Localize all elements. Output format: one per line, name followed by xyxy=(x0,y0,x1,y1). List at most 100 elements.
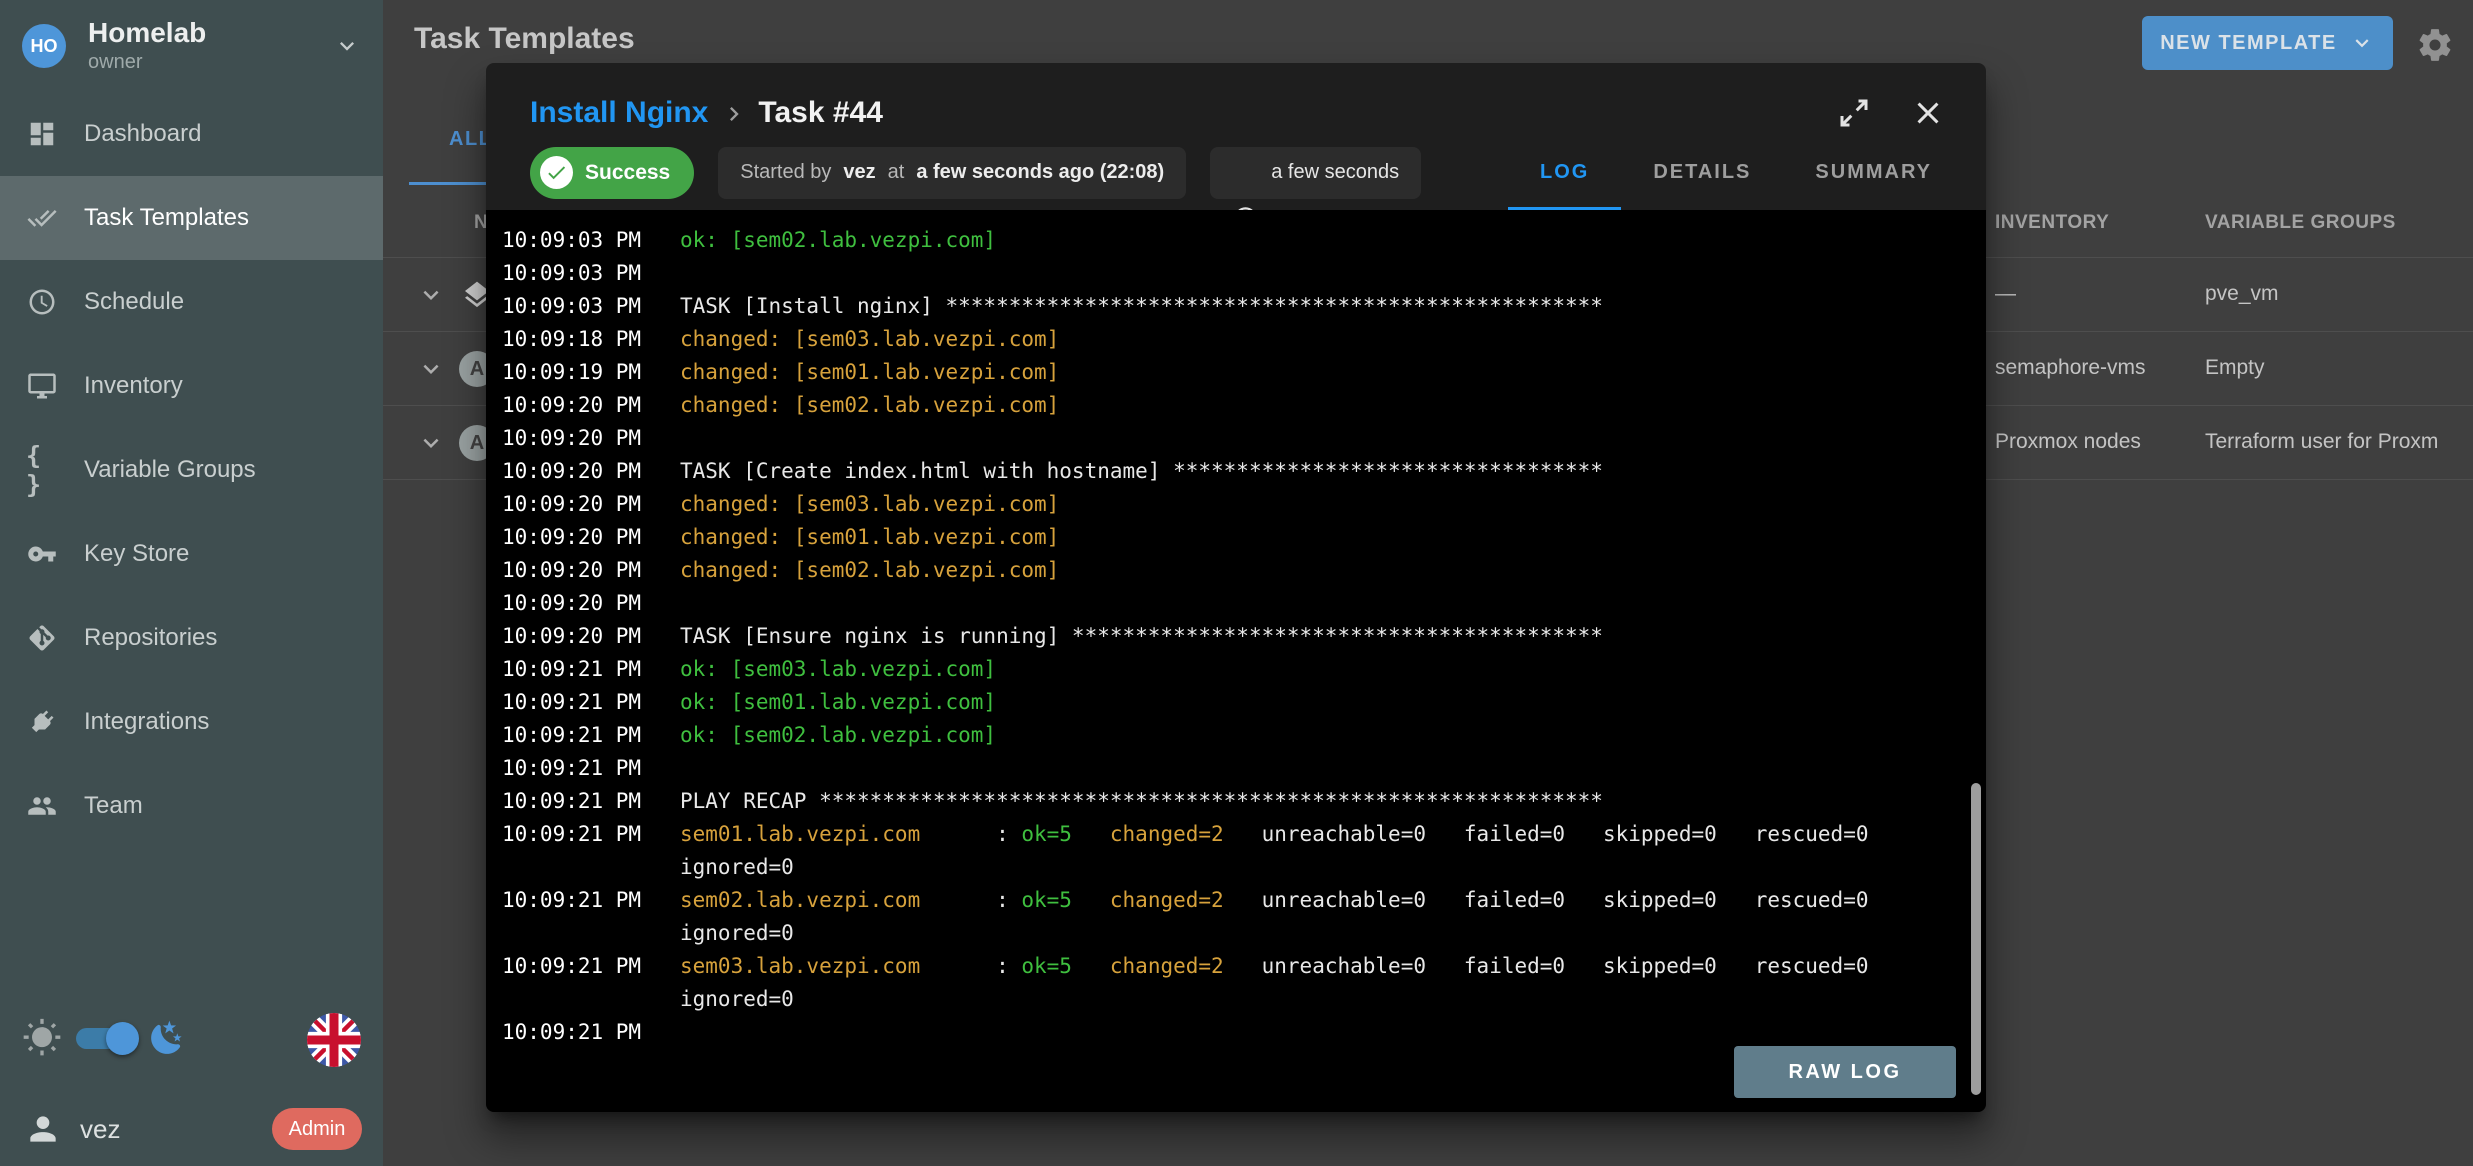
team-icon xyxy=(26,790,58,822)
language-flag-uk[interactable] xyxy=(307,1013,361,1067)
log-timestamp: 10:09:20 PM xyxy=(502,455,680,488)
task-title: Task #44 xyxy=(758,96,883,130)
log-line: 10:09:21 PMok: [sem02.lab.vezpi.com] xyxy=(502,719,1986,752)
chevron-down-icon[interactable] xyxy=(416,280,446,310)
tab-summary[interactable]: SUMMARY xyxy=(1783,135,1964,210)
log-text: ok: [sem01.lab.vezpi.com] xyxy=(680,686,996,719)
inventory-icon xyxy=(26,370,58,402)
log-text: PLAY RECAP *****************************… xyxy=(680,785,1603,818)
log-timestamp xyxy=(502,851,680,884)
template-link[interactable]: Install Nginx xyxy=(530,96,708,130)
theme-toggle[interactable] xyxy=(76,1028,132,1049)
username[interactable]: vez xyxy=(80,1114,120,1145)
log-timestamp: 10:09:20 PM xyxy=(502,521,680,554)
log-line: 10:09:03 PM xyxy=(502,257,1986,290)
log-timestamp xyxy=(502,983,680,1016)
dark-mode-icon xyxy=(148,1019,186,1057)
chevron-down-icon[interactable] xyxy=(416,428,446,458)
log-text: ok: [sem02.lab.vezpi.com] xyxy=(680,719,996,752)
chevron-down-icon[interactable] xyxy=(416,354,446,384)
log-text: ignored=0 xyxy=(680,851,794,884)
sidebar-item-key-store[interactable]: Key Store xyxy=(0,512,383,596)
log-line: ignored=0 xyxy=(502,917,1986,950)
log-line: 10:09:21 PMok: [sem01.lab.vezpi.com] xyxy=(502,686,1986,719)
sidebar-item-inventory[interactable]: Inventory xyxy=(0,344,383,428)
sidebar-item-task-templates[interactable]: Task Templates xyxy=(0,176,383,260)
log-text: sem03.lab.vezpi.com : ok=5 changed=2 unr… xyxy=(680,950,1868,983)
log-line: 10:09:21 PMsem03.lab.vezpi.com : ok=5 ch… xyxy=(502,950,1986,983)
column-inventory: INVENTORY xyxy=(1995,212,2109,234)
close-icon[interactable] xyxy=(1910,95,1946,131)
sidebar-item-repositories[interactable]: Repositories xyxy=(0,596,383,680)
log-timestamp: 10:09:21 PM xyxy=(502,884,680,917)
started-by-chip: Started by vez at a few seconds ago (22:… xyxy=(718,147,1186,199)
task-log-dialog: Install Nginx Task #44 Success S xyxy=(486,63,1986,1112)
task-log-output[interactable]: 10:09:03 PMok: [sem02.lab.vezpi.com]10:0… xyxy=(486,210,1986,1112)
page-title: Task Templates xyxy=(414,22,635,56)
tab-log[interactable]: LOG xyxy=(1508,135,1621,210)
column-variable-groups: VARIABLE GROUPS xyxy=(2205,212,2396,234)
log-line: 10:09:20 PMTASK [Create index.html with … xyxy=(502,455,1986,488)
log-line: ignored=0 xyxy=(502,983,1986,1016)
sidebar-item-variable-groups[interactable]: { } Variable Groups xyxy=(0,428,383,512)
log-timestamp: 10:09:20 PM xyxy=(502,587,680,620)
log-timestamp: 10:09:21 PM xyxy=(502,686,680,719)
log-text: sem01.lab.vezpi.com : ok=5 changed=2 unr… xyxy=(680,818,1868,851)
sidebar-item-label: Dashboard xyxy=(84,120,201,148)
log-line: 10:09:20 PM xyxy=(502,422,1986,455)
log-line: 10:09:19 PMchanged: [sem01.lab.vezpi.com… xyxy=(502,356,1986,389)
cell-variable-groups: Terraform user for Proxm xyxy=(2205,430,2438,454)
log-timestamp: 10:09:21 PM xyxy=(502,719,680,752)
sidebar-menu: Dashboard Task Templates Schedule Inventory… xyxy=(0,92,383,848)
gear-icon[interactable] xyxy=(2416,26,2454,64)
project-switcher[interactable]: HO Homelab owner xyxy=(0,0,383,92)
log-text: TASK [Ensure nginx is running] *********… xyxy=(680,620,1603,653)
log-line: 10:09:20 PM xyxy=(502,587,1986,620)
log-line: 10:09:21 PMsem02.lab.vezpi.com : ok=5 ch… xyxy=(502,884,1986,917)
sidebar-item-schedule[interactable]: Schedule xyxy=(0,260,383,344)
admin-badge: Admin xyxy=(272,1108,362,1150)
expand-icon[interactable] xyxy=(1836,95,1872,131)
cell-inventory: Proxmox nodes xyxy=(1995,430,2141,454)
sidebar-item-label: Team xyxy=(84,792,143,820)
log-line: 10:09:21 PMok: [sem03.lab.vezpi.com] xyxy=(502,653,1986,686)
log-timestamp: 10:09:19 PM xyxy=(502,356,680,389)
log-line: 10:09:21 PMPLAY RECAP ******************… xyxy=(502,785,1986,818)
log-timestamp: 10:09:18 PM xyxy=(502,323,680,356)
log-scrollbar-thumb[interactable] xyxy=(1971,783,1981,1095)
log-text: ignored=0 xyxy=(680,917,794,950)
cell-variable-groups: Empty xyxy=(2205,356,2265,380)
sidebar-item-team[interactable]: Team xyxy=(0,764,383,848)
theme-toggle-knob xyxy=(106,1022,139,1055)
log-timestamp: 10:09:20 PM xyxy=(502,488,680,521)
log-timestamp: 10:09:20 PM xyxy=(502,554,680,587)
user-icon xyxy=(24,1110,62,1148)
sidebar-item-dashboard[interactable]: Dashboard xyxy=(0,92,383,176)
log-text: changed: [sem03.lab.vezpi.com] xyxy=(680,488,1059,521)
log-timestamp: 10:09:21 PM xyxy=(502,785,680,818)
log-line: 10:09:03 PMTASK [Install nginx] ********… xyxy=(502,290,1986,323)
new-template-button[interactable]: NEW TEMPLATE xyxy=(2142,16,2393,70)
cell-inventory: semaphore-vms xyxy=(1995,356,2146,380)
sidebar-item-label: Schedule xyxy=(84,288,184,316)
log-text: ok: [sem03.lab.vezpi.com] xyxy=(680,653,996,686)
project-avatar: HO xyxy=(22,24,66,68)
tab-details[interactable]: DETAILS xyxy=(1621,135,1783,210)
log-text: changed: [sem02.lab.vezpi.com] xyxy=(680,554,1059,587)
sidebar-item-integrations[interactable]: Integrations xyxy=(0,680,383,764)
log-text: changed: [sem03.lab.vezpi.com] xyxy=(680,323,1059,356)
check-circle-icon xyxy=(540,156,573,189)
log-timestamp: 10:09:03 PM xyxy=(502,290,680,323)
variable-groups-icon: { } xyxy=(26,454,58,486)
sidebar-item-label: Key Store xyxy=(84,540,189,568)
log-timestamp: 10:09:21 PM xyxy=(502,653,680,686)
log-text: changed: [sem01.lab.vezpi.com] xyxy=(680,521,1059,554)
repositories-icon xyxy=(26,622,58,654)
sidebar: HO Homelab owner Dashboard Task Templates… xyxy=(0,0,383,1166)
chevron-down-icon xyxy=(2349,30,2375,56)
sidebar-item-label: Variable Groups xyxy=(84,456,256,484)
key-store-icon xyxy=(26,538,58,570)
raw-log-button[interactable]: RAW LOG xyxy=(1734,1046,1956,1098)
log-line: 10:09:21 PM xyxy=(502,752,1986,785)
log-timestamp: 10:09:03 PM xyxy=(502,257,680,290)
